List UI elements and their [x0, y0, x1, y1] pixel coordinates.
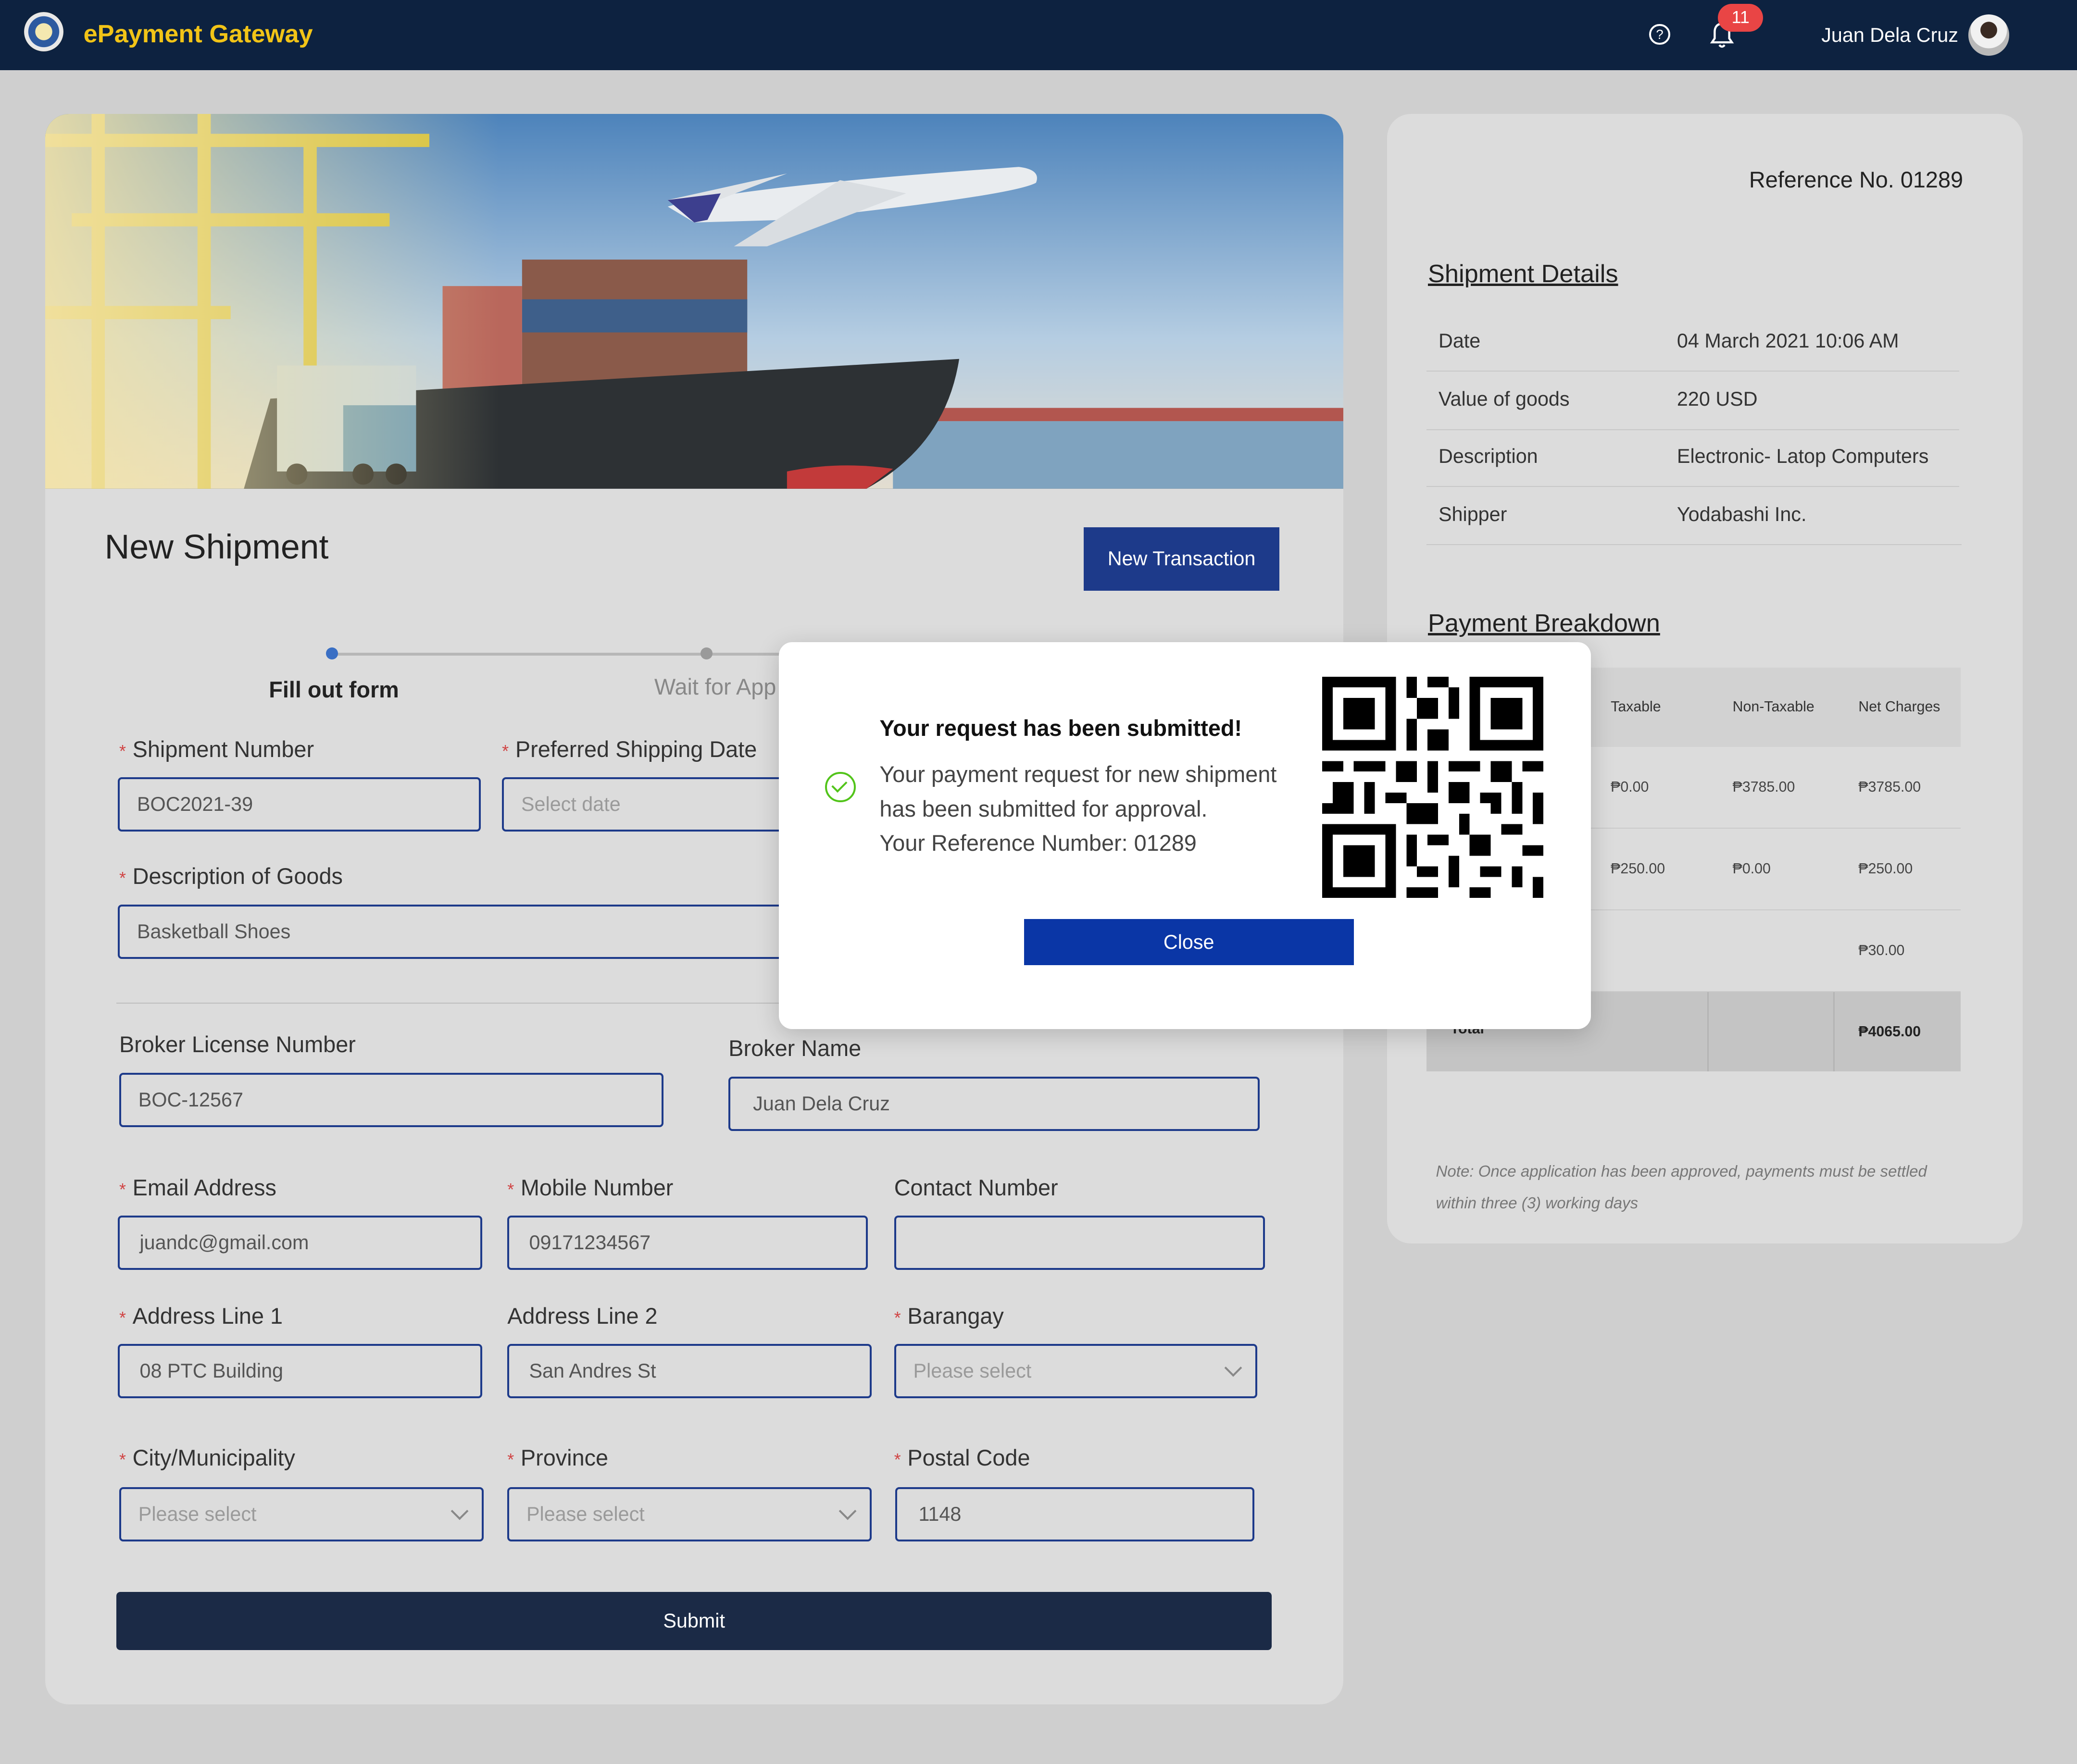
required-mark: * [119, 869, 126, 888]
barangay-select[interactable]: Please select [894, 1344, 1257, 1399]
broker-name-label: Broker Name [728, 1036, 862, 1061]
top-bar: ePayment Gateway ? 11 Juan Dela Cruz [0, 0, 2077, 71]
description-input[interactable]: Basketball Shoes [118, 904, 860, 959]
postal-code-input[interactable]: 1148 [895, 1487, 1255, 1541]
chevron-down-icon [450, 1502, 468, 1520]
city-select[interactable]: Please select [119, 1487, 484, 1541]
required-mark: * [507, 1450, 514, 1469]
postal-code-label: * Postal Code [894, 1445, 1030, 1470]
preferred-date-label: * Preferred Shipping Date [502, 736, 757, 762]
required-mark: * [119, 1180, 126, 1199]
settlement-note: Note: Once application has been approved… [1436, 1163, 1927, 1213]
email-field[interactable]: juandc@gmail.com [118, 1216, 482, 1270]
modal-message-line2: has been submitted for approval. [879, 796, 1208, 821]
province-select[interactable]: Please select [507, 1487, 872, 1541]
city-label: * City/Municipality [119, 1445, 295, 1470]
address-line2-input[interactable]: San Andres St [507, 1344, 872, 1399]
address-line1-label: * Address Line 1 [119, 1304, 283, 1329]
close-button[interactable]: Close [1024, 919, 1354, 966]
required-mark: * [119, 1308, 126, 1328]
address-line2-label: Address Line 2 [507, 1304, 658, 1329]
detail-row: Shipper Yodabashi Inc. [1426, 487, 1962, 546]
province-label: * Province [507, 1445, 609, 1470]
step-wait-for-approval: Wait for App [654, 674, 776, 700]
step-dot [701, 647, 713, 660]
mobile-field[interactable]: 09171234567 [507, 1216, 868, 1270]
required-mark: * [502, 741, 509, 761]
bureau-logo-icon [24, 12, 64, 52]
required-mark: * [894, 1450, 901, 1469]
help-icon[interactable]: ? [1649, 24, 1670, 45]
avatar[interactable] [1968, 14, 2010, 56]
contact-number-field[interactable] [894, 1216, 1265, 1270]
modal-message-line1: Your payment request for new shipment [879, 762, 1277, 787]
submit-button[interactable]: Submit [116, 1591, 1272, 1650]
modal-title: Your request has been submitted! [879, 715, 1242, 741]
mobile-label: * Mobile Number [507, 1175, 674, 1200]
step-fill-out-form: Fill out form [269, 677, 399, 702]
chevron-down-icon [838, 1502, 857, 1520]
address-line1-input[interactable]: 08 PTC Building [118, 1344, 482, 1399]
reference-number: Reference No. 01289 [1749, 167, 1964, 193]
contact-number-label: Contact Number [894, 1175, 1058, 1200]
qr-code-icon [1322, 676, 1543, 898]
required-mark: * [119, 1450, 126, 1469]
modal-reference-line: Your Reference Number: 01289 [879, 831, 1197, 856]
required-mark: * [507, 1180, 514, 1199]
shipment-details-title: Shipment Details [1427, 260, 1618, 288]
shipment-number-label: * Shipment Number [119, 736, 314, 762]
detail-row: Value of goods 220 USD [1426, 372, 1959, 430]
step-dot-active [325, 647, 338, 660]
description-label: * Description of Goods [119, 864, 343, 889]
required-mark: * [119, 741, 126, 761]
detail-row: Description Electronic- Latop Computers [1426, 429, 1959, 487]
hero-banner-image [45, 113, 1343, 489]
detail-row: Date 04 March 2021 10:06 AM [1426, 314, 1959, 372]
success-check-icon [825, 772, 856, 803]
user-name[interactable]: Juan Dela Cruz [1821, 24, 1958, 47]
notification-badge: 11 [1718, 4, 1764, 32]
submission-modal: Your request has been submitted! Your pa… [778, 642, 1591, 1029]
required-mark: * [894, 1308, 901, 1328]
chevron-down-icon [1224, 1359, 1242, 1377]
new-transaction-button[interactable]: New Transaction [1083, 527, 1280, 591]
broker-license-input[interactable]: BOC-12567 [119, 1072, 664, 1127]
shipment-number-input[interactable]: BOC2021-39 [118, 777, 481, 832]
page-title: New Shipment [104, 527, 329, 566]
app-title: ePayment Gateway [83, 20, 313, 49]
broker-license-label: Broker License Number [119, 1032, 356, 1057]
barangay-label: * Barangay [894, 1304, 1004, 1329]
broker-name-input[interactable]: Juan Dela Cruz [728, 1076, 1260, 1131]
email-label: * Email Address [119, 1175, 276, 1200]
payment-breakdown-title: Payment Breakdown [1427, 609, 1660, 638]
